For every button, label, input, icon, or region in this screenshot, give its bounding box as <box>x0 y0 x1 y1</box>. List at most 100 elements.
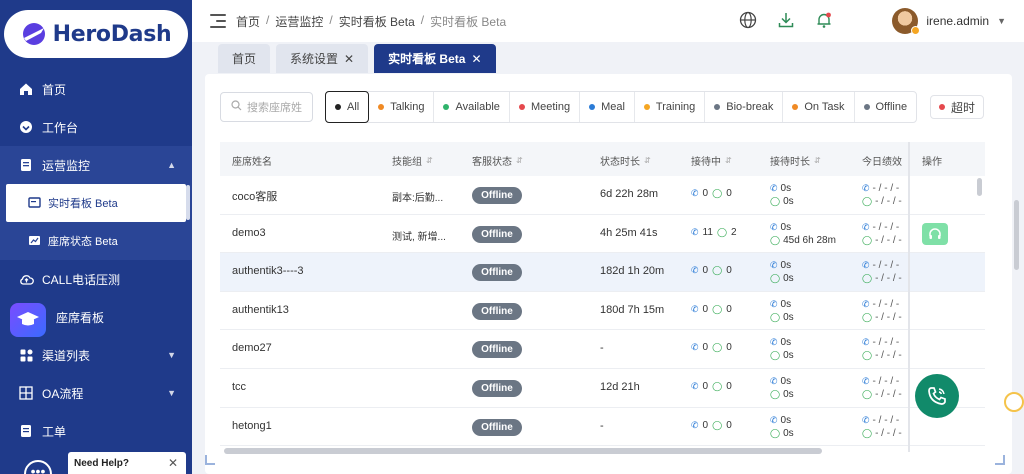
table-horizontal-scrollbar[interactable] <box>224 448 822 454</box>
sort-icon[interactable]: ⇵ <box>644 156 651 165</box>
assistant-badge-icon[interactable] <box>1004 392 1024 412</box>
download-icon[interactable] <box>776 10 796 30</box>
phone-icon: ✆ <box>691 342 699 353</box>
sidebar-item-channels[interactable]: 渠道列表 ▼ <box>0 336 192 374</box>
serve-time: ✆ 0s ◯ 0s <box>770 181 794 209</box>
call-performance: - / - / - <box>872 376 900 387</box>
chat-time: 0s <box>783 389 794 400</box>
tab-settings[interactable]: 系统设置 ✕ <box>276 44 369 73</box>
filter-chip-offline[interactable]: Offline <box>855 92 917 122</box>
serving-counts: ✆ 0 ◯ 0 <box>691 420 732 431</box>
search-input[interactable]: 搜索座席姓 <box>220 92 313 122</box>
table-row[interactable]: authentik13 Offline 180d 7h 15m ✆ 0 ◯ 0 … <box>220 292 985 331</box>
sort-icon[interactable]: ⇵ <box>725 156 732 165</box>
status-duration: 6d 22h 28m <box>600 188 659 200</box>
phone-icon: ✆ <box>770 298 778 309</box>
table-scrollbar[interactable] <box>977 178 982 196</box>
headset-action-button[interactable] <box>922 222 948 245</box>
agent-name: demo3 <box>232 226 266 239</box>
menu-toggle-icon[interactable] <box>210 14 226 28</box>
filter-label: On Task <box>804 101 845 113</box>
filter-chip-talking[interactable]: Talking <box>369 92 435 122</box>
column-header-name[interactable]: 座席姓名 <box>232 153 272 168</box>
sidebar-item-workbench[interactable]: 工作台 <box>0 108 192 146</box>
sidebar-item-agent-status[interactable]: 座席状态 Beta <box>0 222 192 260</box>
logo[interactable]: HeroDash <box>4 10 188 58</box>
column-header-skill[interactable]: 技能组 ⇵ <box>392 153 433 168</box>
timeout-filter[interactable]: 超时 <box>930 95 985 119</box>
user-menu[interactable]: irene.admin ▼ <box>892 8 1006 35</box>
chat-count: 0 <box>726 342 732 354</box>
status-badge: Offline <box>472 380 522 397</box>
column-label: 接待中 <box>691 157 721 168</box>
call-time: 0s <box>780 337 792 349</box>
call-performance: - / - / - <box>872 414 900 426</box>
sidebar-item-oa[interactable]: OA流程 ▼ <box>0 374 192 412</box>
bell-icon[interactable] <box>814 10 834 30</box>
page-scrollbar[interactable] <box>1014 200 1019 270</box>
filter-chip-available[interactable]: Available <box>434 92 510 122</box>
table-row[interactable]: authentik3----3 Offline 182d 1h 20m ✆ 0 … <box>220 253 985 292</box>
graduation-icon[interactable] <box>10 303 46 337</box>
column-header-duration[interactable]: 状态时长 ⇵ <box>600 153 651 168</box>
serving-counts: ✆ 0 ◯ 0 <box>691 188 732 199</box>
sort-icon[interactable]: ⇵ <box>814 156 821 165</box>
breadcrumb-item[interactable]: 运营监控 <box>275 13 323 30</box>
frame-corner <box>995 455 1005 465</box>
sidebar-item-call-test[interactable]: CALL电话压测 <box>0 260 192 298</box>
breadcrumb-item-current: 实时看板 Beta <box>430 14 507 29</box>
sidebar-item-monitoring[interactable]: 运营监控 ▲ <box>0 146 192 184</box>
column-header-performance[interactable]: 今日绩效 <box>862 153 902 168</box>
dashboard-icon <box>18 119 34 135</box>
status-badge: Offline <box>472 225 522 243</box>
filter-chip-meal[interactable]: Meal <box>580 92 635 122</box>
table-row[interactable]: coco客服 副本:后勤... Offline 6d 22h 28m ✆ 0 ◯… <box>220 176 985 215</box>
sidebar-scrollbar[interactable] <box>186 185 190 220</box>
filter-chip-bio-break[interactable]: Bio-break <box>705 92 784 122</box>
performance: ✆ - / - / - ◯ - / - / - <box>862 335 902 363</box>
table-row[interactable]: tcc Offline 12d 21h ✆ 0 ◯ 0 ✆ 0s ◯ 0s ✆ - /… <box>220 369 985 408</box>
sort-icon[interactable]: ⇵ <box>426 156 433 165</box>
sidebar-item-realtime-board[interactable]: 实时看板 Beta <box>6 184 186 222</box>
call-count: 0 <box>702 419 709 431</box>
filter-chip-on-task[interactable]: On Task <box>783 92 855 122</box>
tab-home[interactable]: 首页 <box>218 44 271 73</box>
flow-icon <box>18 385 34 401</box>
sidebar-item-tickets[interactable]: 工单 <box>0 412 192 450</box>
filter-chip-meeting[interactable]: Meeting <box>510 92 581 122</box>
serving-counts: ✆ 0 ◯ 0 <box>691 304 732 315</box>
filter-chip-training[interactable]: Training <box>635 92 706 122</box>
chat-launcher-icon[interactable]: ••• <box>24 460 52 474</box>
chevron-down-icon: ▼ <box>167 388 176 398</box>
sort-icon[interactable]: ⇵ <box>516 156 523 165</box>
need-help-banner[interactable]: Need Help? ✕ <box>68 452 186 474</box>
tab-label: 首页 <box>232 52 257 66</box>
phone-call-button[interactable] <box>915 374 959 418</box>
status-duration: 180d 7h 15m <box>600 303 665 316</box>
column-header-serving[interactable]: 接待中 ⇵ <box>691 153 732 168</box>
close-icon[interactable]: ✕ <box>471 52 481 66</box>
sidebar-item-home[interactable]: 首页 <box>0 70 192 108</box>
tab-realtime-board[interactable]: 实时看板 Beta ✕ <box>374 44 496 73</box>
breadcrumb-item[interactable]: 首页 <box>236 13 260 30</box>
table-row[interactable]: hetong1 Offline - ✆ 0 ◯ 0 ✆ 0s ◯ 0s ✆ - / -… <box>220 408 985 447</box>
chat-icon: ◯ <box>862 389 873 399</box>
serve-time: ✆ 0s ◯ 45d 6h 28m <box>770 220 836 248</box>
globe-icon[interactable] <box>738 10 758 30</box>
close-icon[interactable]: ✕ <box>344 52 354 66</box>
status-badge: Offline <box>472 187 522 204</box>
call-time: 0s <box>780 221 792 233</box>
close-icon[interactable]: ✕ <box>168 456 178 470</box>
chat-time: 0s <box>783 350 794 362</box>
column-header-serve-time[interactable]: 接待时长 ⇵ <box>770 153 821 168</box>
table-row[interactable]: demo3 测试, 新增... Offline 4h 25m 41s ✆ 11 … <box>220 215 985 254</box>
column-label: 座席姓名 <box>232 157 272 168</box>
phone-icon: ✆ <box>691 226 699 237</box>
chat-performance: - / - / - <box>875 234 902 246</box>
table-row[interactable]: demo27 Offline - ✆ 0 ◯ 0 ✆ 0s ◯ 0s ✆ - / - … <box>220 330 985 369</box>
breadcrumb-item[interactable]: 实时看板 Beta <box>339 13 415 30</box>
sidebar-item-label: CALL电话压测 <box>42 272 121 287</box>
filter-chip-all[interactable]: All <box>325 91 370 123</box>
chat-time: 0s <box>783 273 794 285</box>
column-header-status[interactable]: 客服状态 ⇵ <box>472 153 523 168</box>
